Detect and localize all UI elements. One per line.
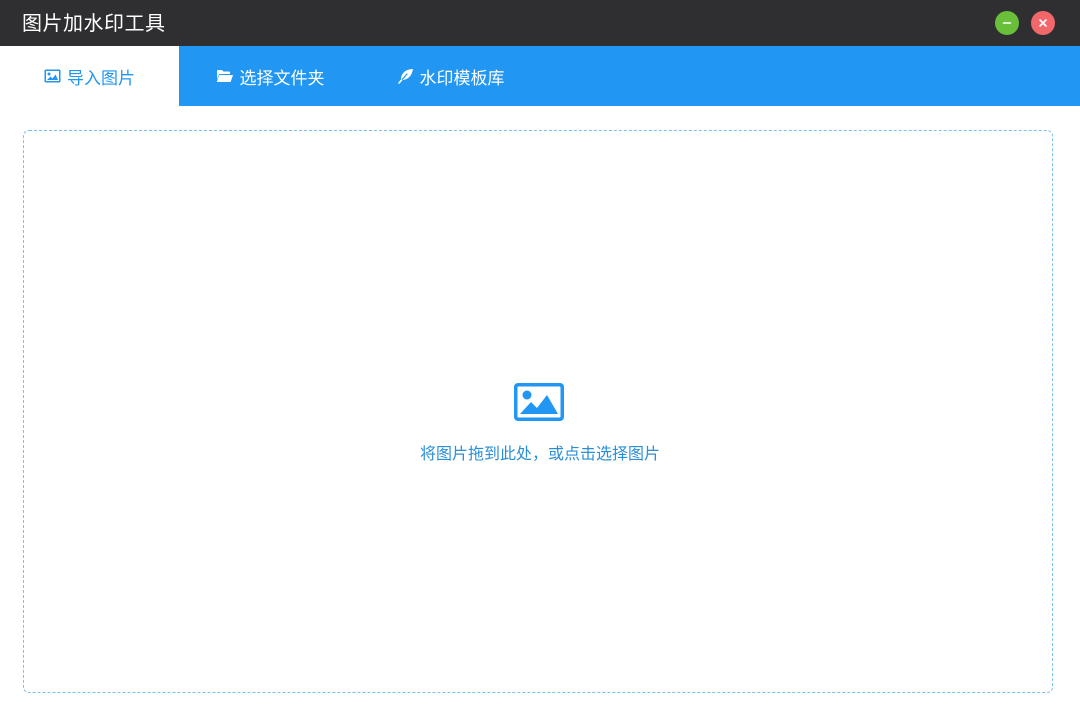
app-window: 图片加水印工具 导入图片 选择文件夹 水印模板库 将图片拖到此处，或点击选择图片 bbox=[0, 0, 1080, 715]
window-title: 图片加水印工具 bbox=[22, 11, 166, 35]
image-icon[interactable] bbox=[514, 383, 564, 421]
image-icon bbox=[44, 69, 61, 83]
title-bar[interactable]: 图片加水印工具 bbox=[0, 0, 1080, 46]
drop-hint-text[interactable]: 将图片拖到此处，或点击选择图片 bbox=[0, 443, 1080, 465]
tab-bar: 导入图片 选择文件夹 水印模板库 bbox=[0, 46, 1080, 106]
tab-label: 水印模板库 bbox=[419, 68, 505, 89]
tab-select-folder[interactable]: 选择文件夹 bbox=[190, 46, 350, 106]
tab-import-images[interactable]: 导入图片 bbox=[0, 46, 179, 106]
folder-open-icon bbox=[216, 69, 234, 83]
tab-watermark-library[interactable]: 水印模板库 bbox=[376, 46, 526, 106]
feather-icon bbox=[397, 68, 414, 84]
minimize-button[interactable] bbox=[995, 11, 1019, 35]
tab-label: 选择文件夹 bbox=[239, 68, 325, 89]
minus-icon bbox=[1002, 22, 1012, 24]
close-icon bbox=[1039, 19, 1047, 27]
close-button[interactable] bbox=[1031, 11, 1055, 35]
tab-label: 导入图片 bbox=[67, 68, 135, 89]
